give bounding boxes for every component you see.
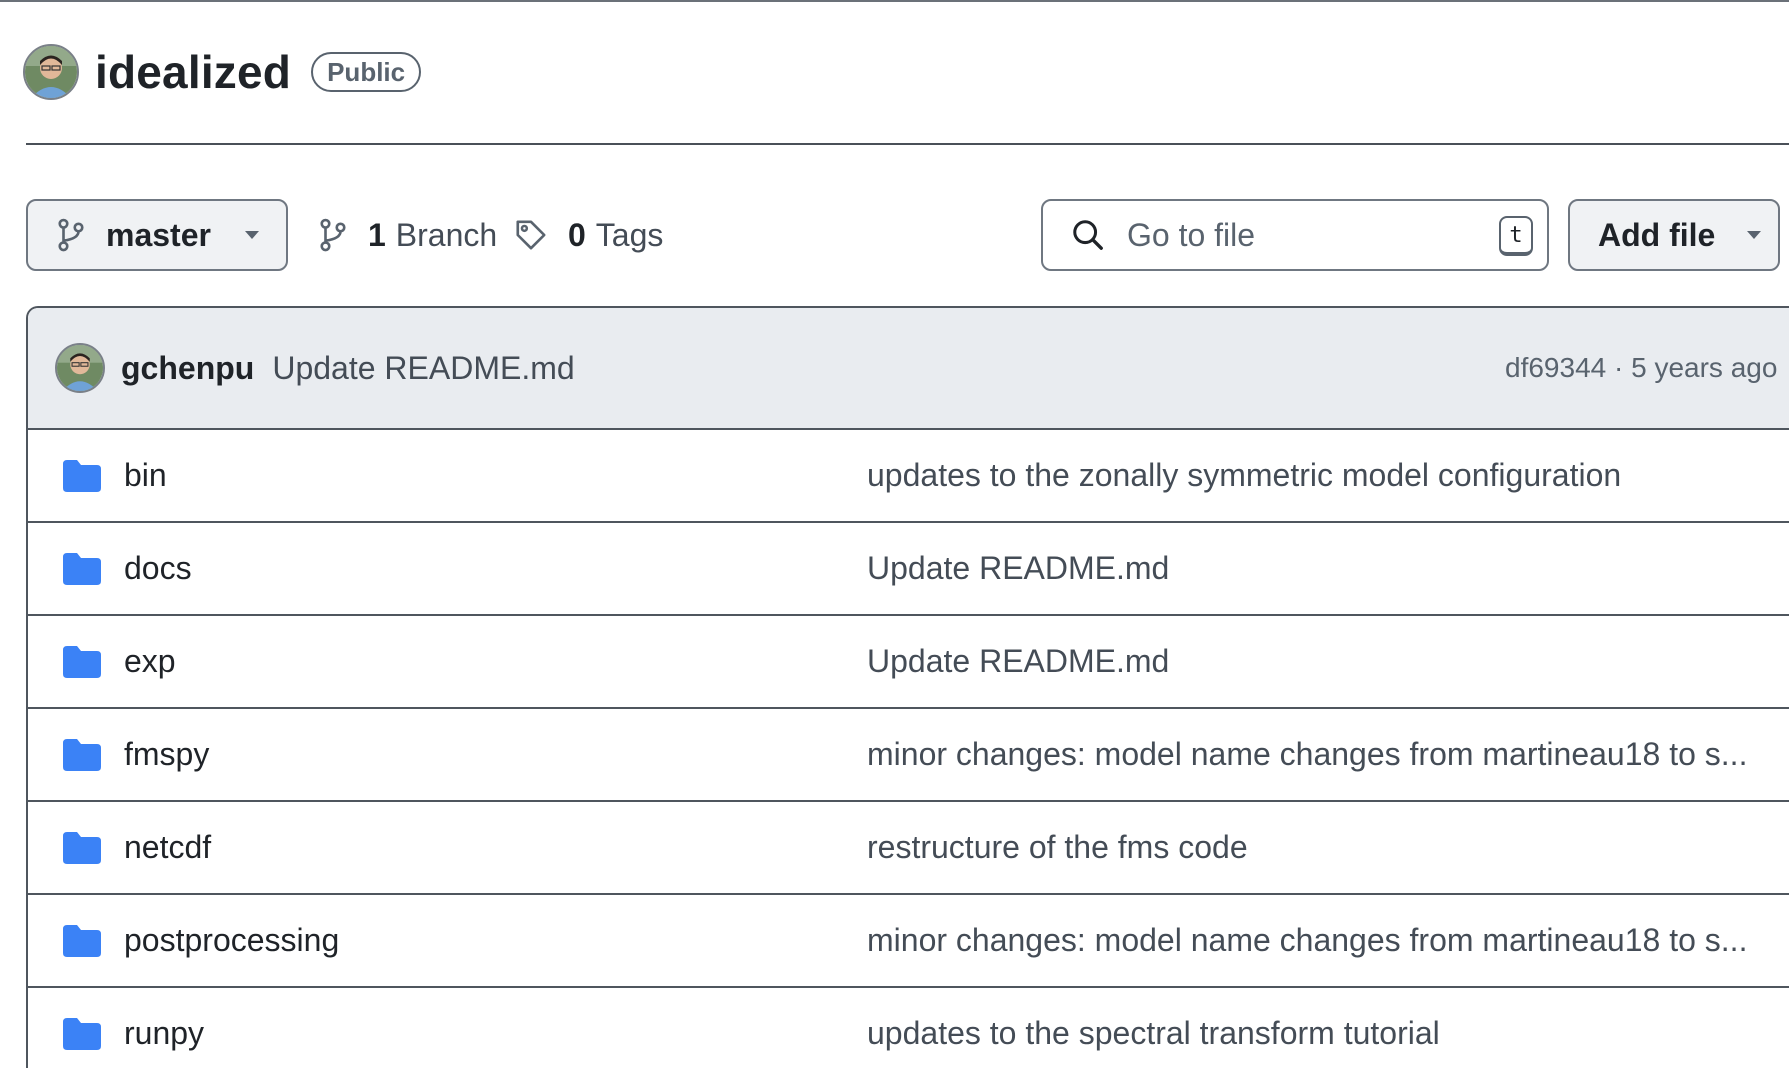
branches-link[interactable]: 1 Branch: [318, 199, 497, 271]
tag-icon: [516, 220, 546, 250]
triangle-down-icon: [244, 231, 259, 239]
file-list: gchenpu Update README.md df69344 · 5 yea…: [26, 306, 1789, 1068]
shortcut-key: t: [1499, 216, 1533, 256]
commit-author[interactable]: gchenpu: [121, 350, 254, 387]
file-name[interactable]: fmspy: [124, 736, 209, 773]
top-border: [0, 0, 1789, 2]
commit-hash-time[interactable]: df69344 · 5 years ago: [1505, 352, 1777, 384]
latest-commit-bar: gchenpu Update README.md df69344 · 5 yea…: [28, 308, 1789, 430]
add-file-button[interactable]: Add file: [1568, 199, 1780, 271]
tags-link[interactable]: 0 Tags: [514, 199, 663, 271]
visibility-badge: Public: [311, 52, 422, 92]
file-row-postprocessing: postprocessing minor changes: model name…: [28, 895, 1789, 988]
go-to-file-search[interactable]: t: [1041, 199, 1549, 271]
go-to-file-input[interactable]: [1125, 215, 1469, 255]
file-name[interactable]: exp: [124, 643, 176, 680]
file-commit-message[interactable]: updates to the spectral transform tutori…: [867, 1015, 1440, 1052]
file-row-runpy: runpy updates to the spectral transform …: [28, 988, 1789, 1068]
file-commit-message[interactable]: minor changes: model name changes from m…: [867, 736, 1747, 773]
git-branch-icon: [58, 218, 84, 252]
file-row-docs: docs Update README.md: [28, 523, 1789, 616]
branches-count: 1: [368, 216, 386, 253]
file-row-exp: exp Update README.md: [28, 616, 1789, 709]
folder-icon: [63, 646, 101, 678]
file-name[interactable]: docs: [124, 550, 192, 587]
repo-page: idealized Public master 1 Branch 0 Tags …: [0, 0, 1789, 1068]
file-commit-message[interactable]: minor changes: model name changes from m…: [867, 922, 1747, 959]
folder-icon: [63, 832, 101, 864]
folder-icon: [63, 1018, 101, 1050]
folder-icon: [63, 553, 101, 585]
branches-label: Branch: [395, 216, 498, 253]
folder-icon: [63, 739, 101, 771]
tags-count: 0: [568, 216, 586, 253]
branch-select-button[interactable]: master: [26, 199, 288, 271]
tags-label: Tags: [595, 216, 664, 253]
file-name[interactable]: netcdf: [124, 829, 211, 866]
file-commit-message[interactable]: updates to the zonally symmetric model c…: [867, 457, 1621, 494]
file-row-netcdf: netcdf restructure of the fms code: [28, 802, 1789, 895]
add-file-label: Add file: [1598, 216, 1716, 253]
file-row-fmspy: fmspy minor changes: model name changes …: [28, 709, 1789, 802]
branch-name: master: [106, 216, 211, 253]
search-icon: [1073, 220, 1103, 250]
file-name[interactable]: postprocessing: [124, 922, 339, 959]
file-name[interactable]: bin: [124, 457, 167, 494]
triangle-down-icon: [1747, 231, 1762, 239]
repo-name[interactable]: idealized: [95, 45, 291, 99]
repo-header: idealized Public: [23, 42, 422, 102]
commit-author-avatar[interactable]: [55, 343, 105, 393]
header-divider: [26, 143, 1789, 145]
git-branch-icon: [320, 218, 346, 252]
folder-icon: [63, 460, 101, 492]
file-name[interactable]: runpy: [124, 1015, 204, 1052]
folder-icon: [63, 925, 101, 957]
file-commit-message[interactable]: Update README.md: [867, 550, 1169, 587]
commit-message[interactable]: Update README.md: [272, 350, 574, 387]
file-row-bin: bin updates to the zonally symmetric mod…: [28, 430, 1789, 523]
file-commit-message[interactable]: restructure of the fms code: [867, 829, 1248, 866]
owner-avatar[interactable]: [23, 44, 79, 100]
file-commit-message[interactable]: Update README.md: [867, 643, 1169, 680]
